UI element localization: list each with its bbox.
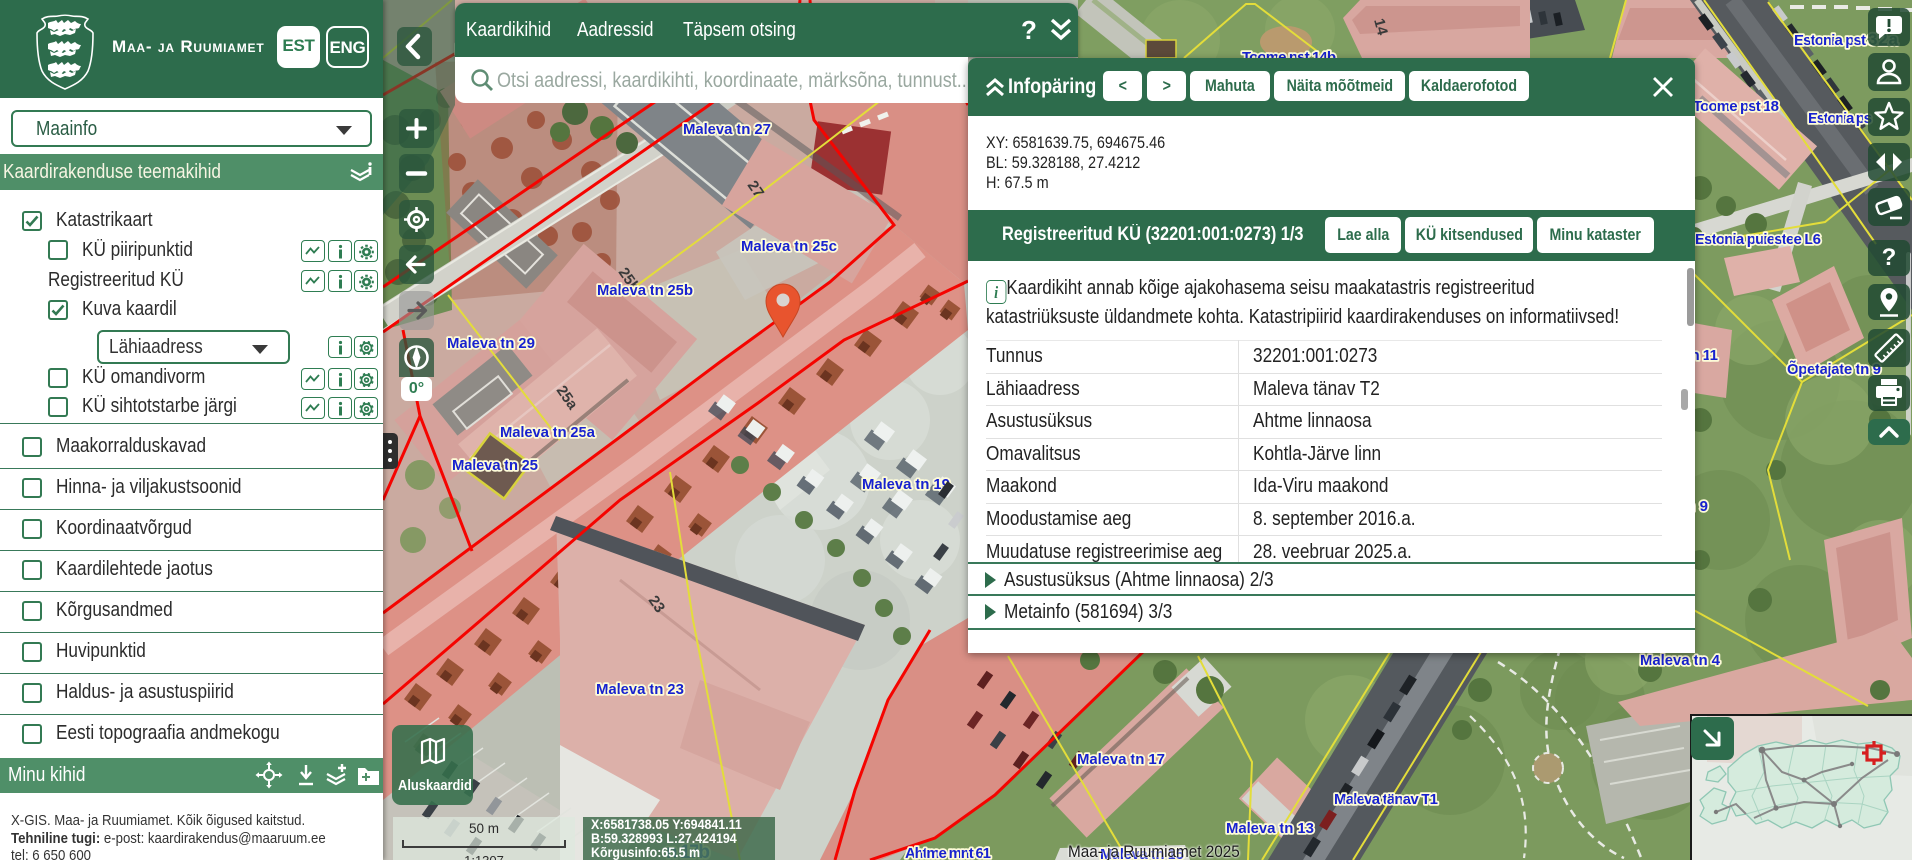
svg-text:Toome pst 18: Toome pst 18: [1693, 98, 1779, 115]
svg-text:Maleva tn 25b: Maleva tn 25b: [597, 282, 693, 299]
svg-text:Maleva tn 25: Maleva tn 25: [452, 457, 538, 474]
svg-text:Maleva tn 27: Maleva tn 27: [683, 121, 771, 138]
svg-text:Maleva tn 19: Maleva tn 19: [862, 476, 950, 493]
svg-text:Maleva tn 4: Maleva tn 4: [1640, 652, 1721, 669]
svg-text:Estonia pst: Estonia pst: [1794, 32, 1866, 49]
svg-text:Maleva tn 17: Maleva tn 17: [1077, 751, 1165, 768]
svg-text:Maleva tn 29: Maleva tn 29: [447, 335, 535, 352]
svg-text:Maleva tn 25c: Maleva tn 25c: [741, 238, 837, 255]
svg-text:Maleva tn 13: Maleva tn 13: [1226, 820, 1314, 837]
svg-text:Ahtme mnt 61: Ahtme mnt 61: [905, 845, 991, 860]
svg-text:Estonia puiestee L6: Estonia puiestee L6: [1695, 231, 1821, 248]
svg-text:Maleva tn 25a: Maleva tn 25a: [500, 424, 596, 441]
svg-text:Õpetajate tn 9: Õpetajate tn 9: [1787, 360, 1881, 378]
svg-text:Maleva tn 23: Maleva tn 23: [596, 681, 684, 698]
svg-text:Maleva tänav T1: Maleva tänav T1: [1334, 791, 1438, 808]
svg-text:Estonia ps: Estonia ps: [1808, 110, 1872, 127]
